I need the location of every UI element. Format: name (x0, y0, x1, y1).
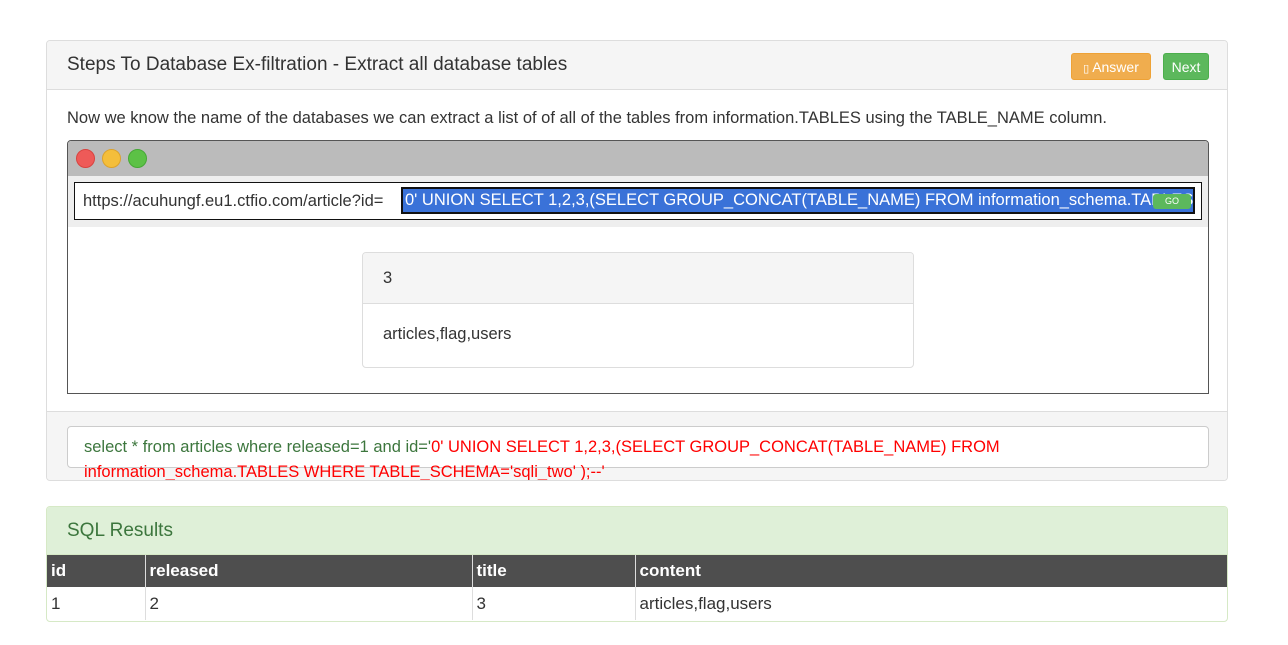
browser-address-area: https://acuhungf.eu1.ctfio.com/article?i… (68, 176, 1208, 227)
panel-heading: Steps To Database Ex-filtration - Extrac… (47, 41, 1227, 90)
column-header-title: title (472, 555, 636, 587)
sql-query-box: select * from articles where released=1 … (67, 426, 1209, 480)
maximize-window-icon (128, 149, 147, 168)
exercise-panel: Steps To Database Ex-filtration - Extrac… (46, 40, 1228, 481)
next-button[interactable]: Next (1163, 53, 1209, 80)
answer-button-label: Answer (1092, 59, 1139, 75)
sql-results-heading: SQL Results (47, 507, 1227, 555)
page-title: Steps To Database Ex-filtration - Extrac… (67, 54, 568, 75)
url-id-input[interactable]: 0' UNION SELECT 1,2,3,(SELECT GROUP_CONC… (401, 187, 1195, 214)
article-result-heading: 3 (363, 253, 913, 304)
sql-results-panel: SQL Results id released title content 1 … (46, 506, 1228, 622)
url-id-input-value: 0' UNION SELECT 1,2,3,(SELECT GROUP_CONC… (405, 191, 1194, 209)
table-header-row: id released title content (47, 555, 1227, 587)
mock-browser-window: https://acuhungf.eu1.ctfio.com/article?i… (67, 140, 1209, 394)
address-bar: https://acuhungf.eu1.ctfio.com/article?i… (74, 182, 1202, 220)
browser-titlebar (68, 141, 1208, 176)
cell-released: 2 (145, 587, 473, 620)
cell-title: 3 (472, 587, 636, 620)
column-header-released: released (145, 555, 473, 587)
article-result-card: 3 articles,flag,users (362, 252, 914, 368)
sql-results-table: id released title content 1 2 3 articles… (47, 555, 1227, 620)
column-header-id: id (47, 555, 146, 587)
sql-results-title: SQL Results (67, 520, 173, 541)
column-header-content: content (635, 555, 1227, 587)
intro-text: Now we know the name of the databases we… (67, 109, 1108, 127)
article-content: articles,flag,users (383, 325, 512, 343)
table-row: 1 2 3 articles,flag,users (47, 587, 1227, 620)
url-prefix: https://acuhungf.eu1.ctfio.com/article?i… (83, 192, 384, 210)
close-window-icon (76, 149, 95, 168)
sql-query-prefix: select * from articles where released=1 … (84, 438, 432, 456)
cell-id: 1 (47, 587, 146, 620)
answer-icon: ▯ (1083, 63, 1090, 75)
cell-content: articles,flag,users (639, 593, 772, 613)
answer-button[interactable]: ▯ Answer (1071, 53, 1151, 80)
sql-query: select * from articles where released=1 … (84, 435, 1084, 480)
go-button[interactable]: GO (1153, 194, 1191, 209)
panel-footer: select * from articles where released=1 … (47, 411, 1227, 480)
minimize-window-icon (102, 149, 121, 168)
article-title: 3 (383, 269, 393, 287)
